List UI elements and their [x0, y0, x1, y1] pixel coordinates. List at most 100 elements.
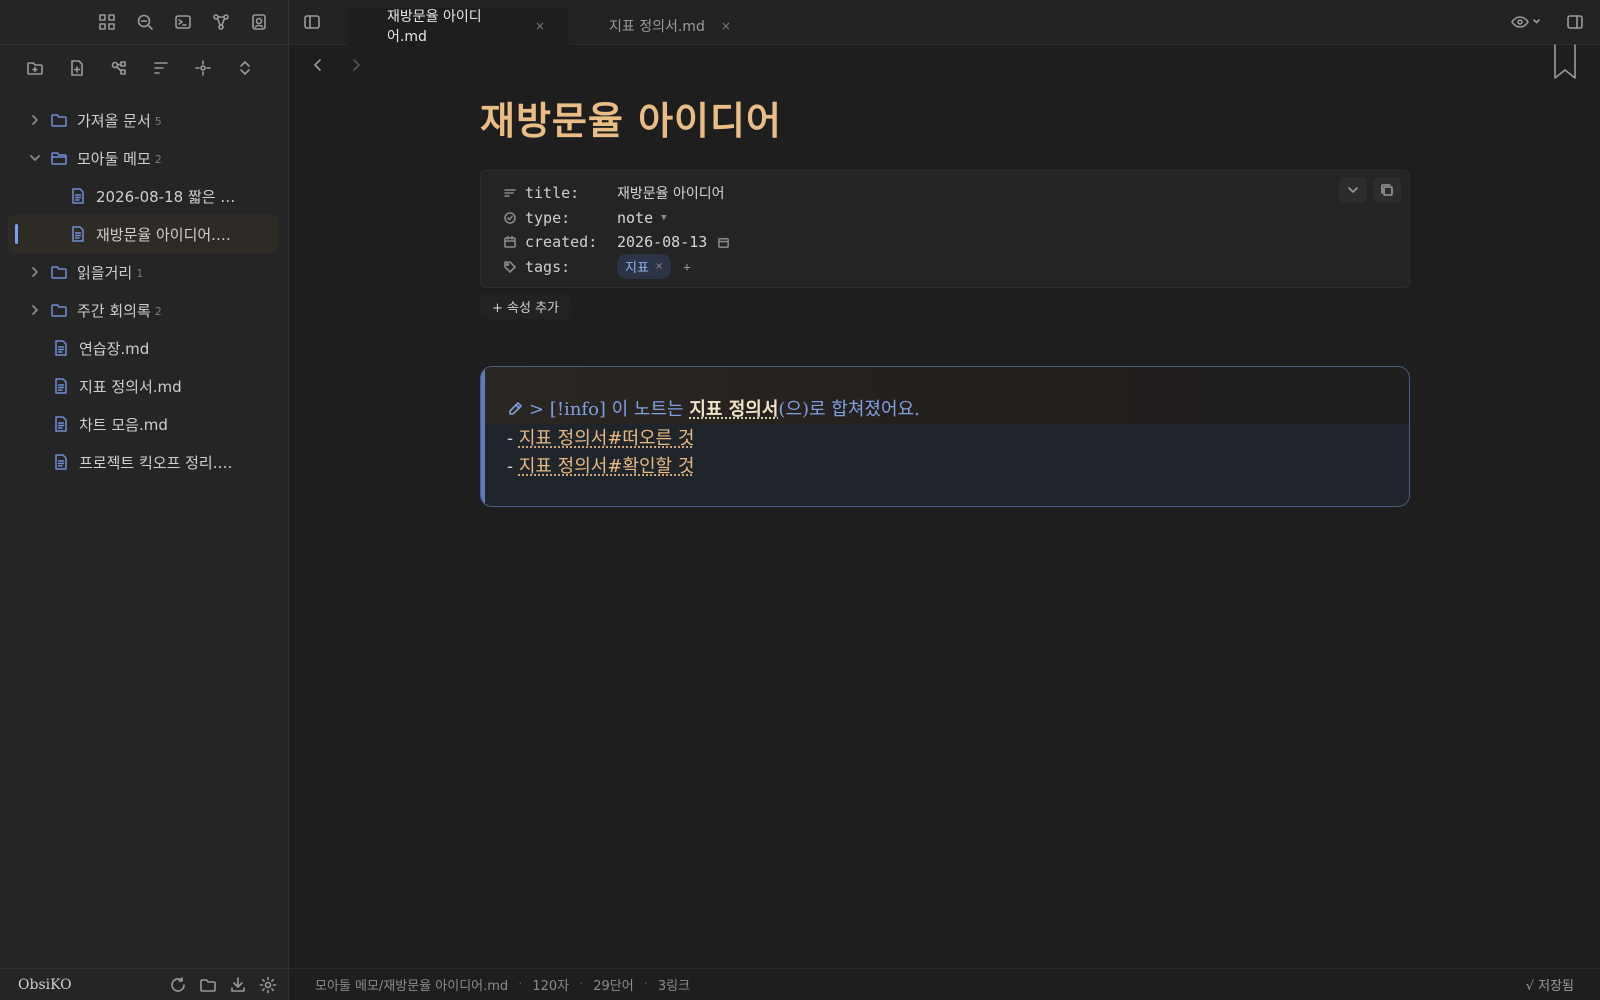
tree-item-label: 차트 모음.md [79, 415, 168, 434]
file-practice[interactable]: 연습장.md [8, 329, 278, 367]
tree-item-label: 재방문율 아이디어.… [96, 225, 231, 244]
reading-view-icon[interactable] [1510, 13, 1544, 31]
pencil-icon[interactable] [507, 401, 523, 417]
note-title[interactable]: 재방문율 아이디어 [480, 90, 1410, 145]
chevron-right-icon[interactable] [28, 265, 42, 279]
folder-reading[interactable]: 읽을거리 1 [8, 253, 278, 291]
sidebar: 가져올 문서 5 모아둘 메모 2 2026-08-18 짧은 … 재방문율 아… [0, 0, 289, 1000]
graph-nodes-icon[interactable] [110, 59, 128, 77]
callout-suffix: (으)로 합쳐졌어요. [778, 399, 920, 420]
tree-item-count: 2 [154, 304, 162, 318]
property-key: title: [525, 184, 580, 203]
dropdown-caret-icon[interactable]: ▼ [661, 213, 666, 223]
date-picker-icon[interactable] [717, 236, 730, 249]
folder-icon [50, 263, 68, 281]
sidebar-ribbon [0, 0, 288, 45]
tag-remove-icon[interactable]: × [655, 261, 663, 272]
file-chart-collection[interactable]: 차트 모음.md [8, 405, 278, 443]
file-icon [52, 415, 70, 433]
tree-item-count: 5 [154, 114, 162, 128]
right-sidebar-toggle-icon[interactable] [1566, 13, 1584, 31]
forward-arrow-icon[interactable] [347, 56, 365, 74]
properties-panel: title: 재방문율 아이디어 type: note ▼ created: 2… [480, 170, 1410, 288]
copy-icon[interactable] [1373, 177, 1401, 203]
file-short-memo[interactable]: 2026-08-18 짧은 … [8, 177, 278, 215]
file-icon [69, 225, 87, 243]
file-project-kickoff[interactable]: 프로젝트 킥오프 정리.… [8, 443, 278, 481]
back-arrow-icon[interactable] [309, 56, 327, 74]
property-type[interactable]: type: note ▼ [503, 206, 1409, 231]
status-words: 29단어 [593, 979, 634, 994]
property-value[interactable]: 2026-08-13 [617, 233, 707, 251]
search-icon[interactable] [136, 13, 154, 31]
tag-pill[interactable]: 지표 × [617, 254, 672, 280]
tab-close-icon[interactable]: × [721, 19, 731, 33]
refresh-icon[interactable] [169, 976, 187, 994]
grid-icon[interactable] [98, 13, 116, 31]
list-dash: - [507, 456, 519, 477]
chevron-right-icon[interactable] [28, 303, 42, 317]
folder-weekly-minutes[interactable]: 주간 회의록 2 [8, 291, 278, 329]
tree-item-label: 모아둘 메모 [77, 149, 151, 168]
properties-tools [1339, 177, 1401, 203]
editor-pane: 재방문율 아이디어.md × 지표 정의서.md × 재방문율 아이디어 tit… [289, 0, 1600, 1000]
property-tags[interactable]: tags: 지표 × + [503, 254, 1409, 280]
property-created[interactable]: created: 2026-08-13 [503, 230, 1409, 255]
app-window: 가져올 문서 5 모아둘 메모 2 2026-08-18 짧은 … 재방문율 아… [0, 0, 1600, 1000]
graph-icon[interactable] [212, 13, 230, 31]
folder-imports[interactable]: 가져올 문서 5 [8, 101, 278, 139]
settings-gear-icon[interactable] [259, 976, 277, 994]
file-icon [52, 377, 70, 395]
note-content: 재방문율 아이디어 title: 재방문율 아이디어 type: note ▼ … [480, 90, 1410, 507]
sidebar-toggle-icon[interactable] [303, 13, 321, 31]
collapse-properties-icon[interactable] [1339, 177, 1367, 203]
add-tag-button[interactable]: + [683, 260, 690, 274]
file-revisit-ideas[interactable]: 재방문율 아이디어.… [8, 215, 278, 253]
status-links[interactable]: 3링크 [658, 975, 690, 994]
sort-icon[interactable] [152, 59, 170, 77]
circle-check-icon [503, 211, 517, 225]
internal-link[interactable]: 지표 정의서 [689, 399, 778, 420]
callout-prefix: > [!info] 이 노트는 [529, 399, 690, 420]
folder-memos[interactable]: 모아둘 메모 2 [8, 139, 278, 177]
property-value[interactable]: 재방문율 아이디어 [617, 183, 725, 203]
chevron-down-icon[interactable] [28, 151, 42, 165]
new-folder-icon[interactable] [26, 59, 44, 77]
tag-icon [503, 260, 517, 274]
tree-item-label: 읽을거리 [77, 263, 133, 282]
file-metric-definitions[interactable]: 지표 정의서.md [8, 367, 278, 405]
status-path[interactable]: 모아둘 메모/재방문율 아이디어.md [315, 975, 508, 994]
callout-line-1: > [!info] 이 노트는 지표 정의서(으)로 합쳐졌어요. [507, 395, 920, 421]
folder-icon[interactable] [199, 976, 217, 994]
status-separator: · [643, 977, 648, 992]
tree-item-label: 연습장.md [79, 339, 150, 358]
tab-revisit-ideas[interactable]: 재방문율 아이디어.md × [347, 6, 569, 45]
internal-link[interactable]: 지표 정의서#확인할 것 [519, 456, 695, 477]
chevron-right-icon[interactable] [28, 113, 42, 127]
download-icon[interactable] [229, 976, 247, 994]
vault-name[interactable]: ObsiKO [18, 977, 72, 993]
bookmark-icon[interactable] [1552, 44, 1578, 80]
tab-metric-definitions[interactable]: 지표 정의서.md × [569, 7, 755, 45]
file-icon [69, 187, 87, 205]
internal-link[interactable]: 지표 정의서#떠오른 것 [519, 428, 695, 449]
locate-icon[interactable] [194, 59, 212, 77]
tab-close-icon[interactable]: × [535, 19, 545, 33]
property-key: created: [525, 233, 598, 252]
status-separator: · [579, 977, 584, 992]
folder-open-icon [50, 149, 68, 167]
property-title[interactable]: title: 재방문율 아이디어 [503, 181, 1409, 206]
tree-item-label: 주간 회의록 [77, 301, 151, 320]
info-callout[interactable]: > [!info] 이 노트는 지표 정의서(으)로 합쳐졌어요. - 지표 정… [480, 366, 1410, 507]
profile-icon[interactable] [250, 13, 268, 31]
tree-item-label: 가져올 문서 [77, 111, 151, 130]
file-explorer-toolbar [0, 45, 288, 90]
terminal-icon[interactable] [174, 13, 192, 31]
list-dash: - [507, 428, 519, 449]
new-note-icon[interactable] [68, 59, 86, 77]
tree-item-count: 1 [136, 266, 144, 280]
collapse-expand-icon[interactable] [236, 59, 254, 77]
add-property-button[interactable]: + 속성 추가 [480, 294, 571, 319]
file-icon [52, 453, 70, 471]
property-value[interactable]: note [617, 209, 653, 227]
